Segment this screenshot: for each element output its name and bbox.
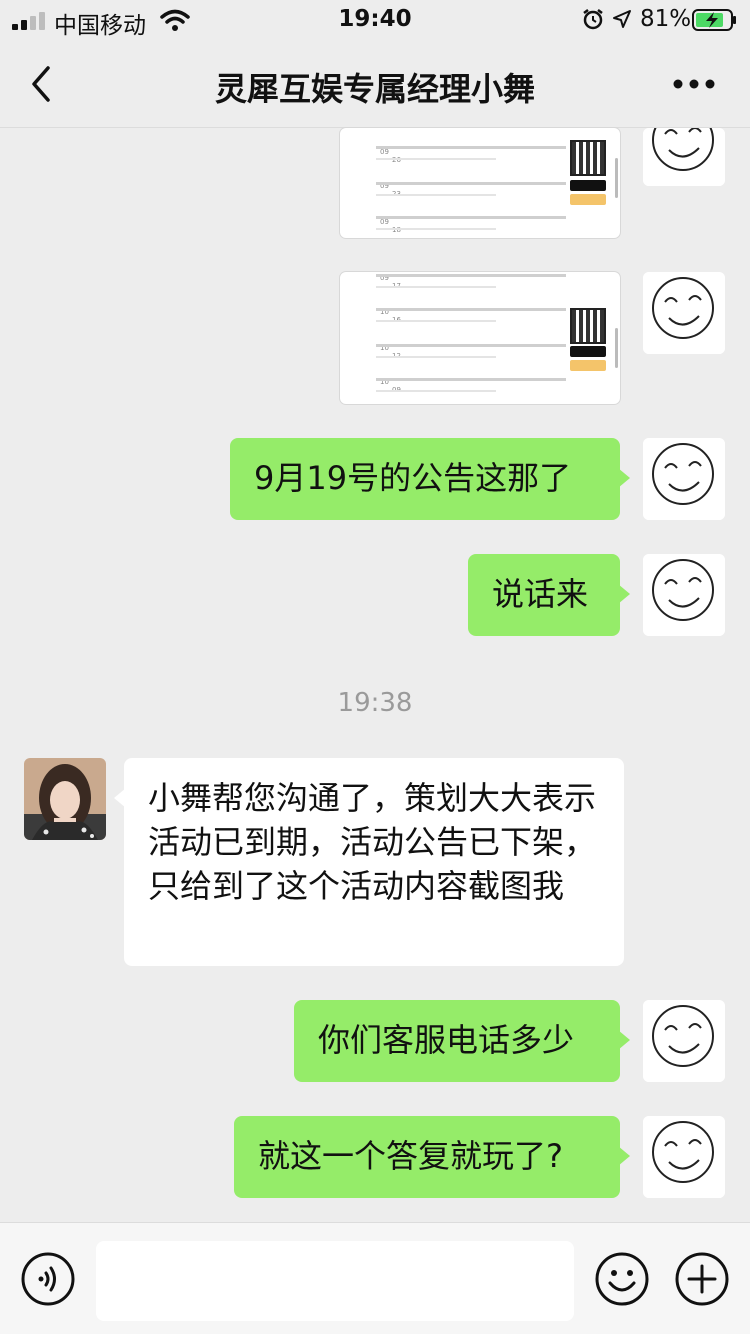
message-input[interactable] bbox=[96, 1241, 574, 1321]
status-bar: 中国移动 19:40 81% bbox=[0, 0, 750, 40]
notice-line bbox=[376, 228, 496, 230]
my-avatar[interactable] bbox=[643, 1116, 725, 1198]
message-bubble[interactable]: 9月19号的公告这那了 bbox=[230, 438, 630, 520]
notice-line bbox=[376, 320, 496, 322]
alarm-clock-icon bbox=[583, 9, 603, 30]
my-avatar[interactable] bbox=[643, 1000, 725, 1082]
status-time: 19:40 bbox=[338, 6, 412, 32]
chat-header: 灵犀互娱专属经理小舞 bbox=[0, 40, 750, 128]
my-avatar[interactable] bbox=[643, 272, 725, 354]
contact-avatar[interactable] bbox=[24, 758, 106, 840]
date-label: 09 bbox=[380, 148, 389, 156]
message-bubble[interactable]: 说话来 bbox=[468, 554, 630, 636]
app-store-badge bbox=[570, 180, 606, 191]
scrollbar bbox=[615, 158, 618, 198]
plus-icon[interactable] bbox=[674, 1251, 730, 1307]
notice-line bbox=[376, 286, 496, 288]
battery-charging-icon bbox=[692, 9, 736, 31]
scrollbar bbox=[615, 328, 618, 368]
notice-line bbox=[376, 274, 566, 277]
message-bubble[interactable]: 就这一个答复就玩了? bbox=[234, 1116, 630, 1198]
notice-line bbox=[376, 158, 496, 160]
notice-line bbox=[376, 308, 566, 311]
screenshot-message[interactable]: 09 26 09 23 09 18 bbox=[340, 128, 620, 238]
notice-line bbox=[376, 344, 566, 347]
my-avatar[interactable] bbox=[643, 438, 725, 520]
input-bar bbox=[0, 1222, 750, 1334]
android-download-badge bbox=[570, 194, 606, 205]
notice-line bbox=[376, 146, 566, 149]
notice-line bbox=[376, 194, 496, 196]
more-options-icon[interactable] bbox=[672, 78, 716, 90]
notice-line bbox=[376, 182, 566, 185]
message-bubble[interactable]: 你们客服电话多少 bbox=[294, 1000, 630, 1082]
emoji-icon[interactable] bbox=[594, 1251, 650, 1307]
app-store-badge bbox=[570, 346, 606, 357]
android-download-badge bbox=[570, 360, 606, 371]
qr-code bbox=[570, 140, 606, 176]
location-arrow-icon bbox=[613, 10, 631, 28]
my-avatar[interactable] bbox=[643, 128, 725, 186]
date-label: 09 bbox=[380, 218, 389, 226]
chat-title: 灵犀互娱专属经理小舞 bbox=[214, 70, 535, 108]
my-avatar[interactable] bbox=[643, 554, 725, 636]
qr-code bbox=[570, 308, 606, 344]
chat-timestamp: 19:38 bbox=[337, 688, 413, 718]
notice-line bbox=[376, 356, 496, 358]
notice-line bbox=[376, 390, 496, 392]
screenshot-message[interactable]: 09 17 10 16 10 12 10 09 bbox=[340, 272, 620, 404]
voice-icon[interactable] bbox=[20, 1251, 76, 1307]
message-bubble[interactable]: 小舞帮您沟通了，策划大大表示活动已到期，活动公告已下架，只给到了这个活动内容截图… bbox=[114, 758, 624, 966]
battery-percent: 81% bbox=[640, 6, 692, 32]
notice-line bbox=[376, 216, 566, 219]
notice-line bbox=[376, 378, 566, 381]
